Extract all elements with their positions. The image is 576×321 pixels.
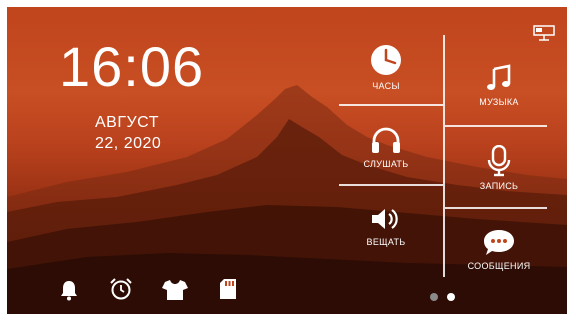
date-month: АВГУСТ: [95, 114, 159, 131]
broadcast-label: ВЕЩАТЬ: [366, 237, 406, 247]
page-dot-1[interactable]: [430, 293, 438, 301]
clock-button[interactable]: ЧАСЫ: [351, 43, 421, 91]
headphones-icon: [372, 127, 400, 153]
music-button[interactable]: МУЗЫКА: [459, 63, 539, 107]
menu-divider-left-1: [339, 104, 443, 106]
messages-button[interactable]: СООБЩЕНИЯ: [453, 227, 545, 271]
clock-icon: [371, 45, 401, 75]
music-label: МУЗЫКА: [479, 97, 519, 107]
music-note-icon: [487, 64, 511, 90]
menu-divider-right-2: [445, 207, 547, 209]
menu-divider-left-2: [339, 184, 443, 186]
listen-label: СЛУШАТЬ: [363, 159, 409, 169]
shirt-icon[interactable]: [161, 279, 189, 301]
chat-bubble-icon: [484, 230, 514, 255]
speaker-icon: [372, 209, 398, 229]
broadcast-button[interactable]: ВЕЩАТЬ: [351, 205, 421, 247]
record-button[interactable]: ЗАПИСЬ: [459, 145, 539, 191]
date-day: 22, 2020: [95, 135, 162, 152]
page-dot-2[interactable]: [447, 293, 455, 301]
menu-divider-vertical: [443, 35, 445, 277]
bell-icon[interactable]: [59, 279, 79, 301]
alarm-clock-icon[interactable]: [109, 277, 133, 301]
clock-label: ЧАСЫ: [372, 81, 400, 91]
time-display: 16:06: [59, 35, 205, 98]
record-label: ЗАПИСЬ: [479, 181, 519, 191]
menu-divider-right-1: [445, 125, 547, 127]
home-screen: 16:06 АВГУСТ 22, 2020 ЧАСЫ МУЗЫКА СЛУШАТ…: [7, 7, 567, 314]
messages-label: СООБЩЕНИЯ: [467, 261, 531, 271]
listen-button[interactable]: СЛУШАТЬ: [351, 125, 421, 169]
microphone-icon: [487, 145, 511, 177]
sd-card-icon[interactable]: [219, 278, 237, 300]
network-icon[interactable]: [533, 25, 555, 43]
